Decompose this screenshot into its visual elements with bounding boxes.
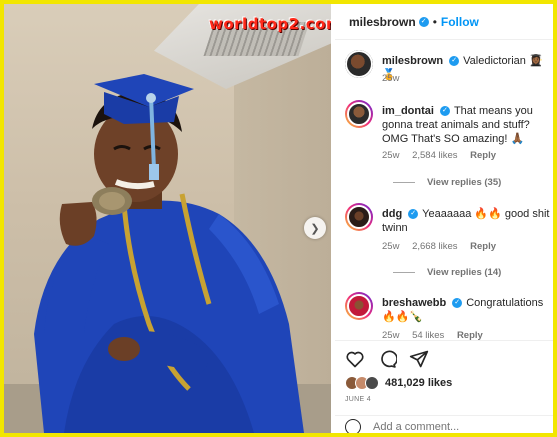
comment-icon[interactable] — [377, 349, 398, 369]
reply-button[interactable]: Reply — [457, 330, 483, 340]
post-actions: 481,029 likes JUNE 4 — [335, 340, 553, 433]
comment-username[interactable]: ddg — [382, 208, 402, 220]
add-comment-bar — [335, 415, 553, 433]
comment-text: breshawebb ✓ Congratulations 🔥🔥🍾 — [382, 296, 553, 324]
reply-button[interactable]: Reply — [470, 150, 496, 161]
graduate-illustration — [4, 74, 331, 433]
liker-avatar — [365, 376, 379, 390]
watermark-text: worldtop2.com — [209, 15, 331, 33]
post-header: milesbrown ✓ • Follow — [335, 4, 553, 40]
comment-item: ddg ✓ Yeaaaaaa 🔥🔥 good shit twinn 25w 2,66… — [345, 203, 553, 283]
header-separator: • — [432, 14, 437, 29]
comment-likes[interactable]: 2,584 likes — [412, 150, 457, 161]
verified-badge-icon: ✓ — [418, 16, 429, 27]
verified-badge-icon: ✓ — [452, 298, 463, 309]
avatar[interactable] — [345, 203, 373, 231]
post-sidebar: milesbrown ✓ • Follow milesbrown ✓ Valedic… — [335, 4, 556, 433]
verified-badge-icon: ✓ — [449, 56, 460, 67]
comment-time[interactable]: 25w — [382, 150, 399, 161]
comment-meta: 25w 2,668 likes Reply — [382, 241, 506, 252]
avatar[interactable] — [345, 292, 373, 320]
emoji-icon[interactable] — [345, 418, 361, 433]
follow-button[interactable]: Follow — [441, 15, 479, 29]
add-comment-input[interactable] — [373, 420, 533, 433]
heart-icon[interactable] — [345, 349, 365, 369]
action-icons — [345, 349, 429, 369]
comment-likes[interactable]: 54 likes — [412, 330, 444, 340]
caption: milesbrown ✓ Valedictorian 👩🏾‍🎓🏅 25w — [345, 50, 553, 90]
caption-meta: 25w — [382, 73, 409, 84]
caption-username[interactable]: milesbrown — [382, 55, 443, 67]
comment-text: im_dontai ✓ That means you gonna treat ani… — [382, 104, 553, 146]
caption-time[interactable]: 25w — [382, 73, 399, 84]
avatar[interactable] — [345, 100, 373, 128]
carousel-dots — [114, 429, 224, 433]
comment-time[interactable]: 25w — [382, 241, 399, 252]
comment-time[interactable]: 25w — [382, 330, 399, 340]
verified-badge-icon: ✓ — [408, 209, 419, 220]
comment-item: im_dontai ✓ That means you gonna treat ani… — [345, 100, 553, 190]
avatar[interactable] — [345, 50, 373, 78]
comment-likes[interactable]: 2,668 likes — [412, 241, 457, 252]
share-icon[interactable] — [409, 349, 429, 369]
comment-meta: 25w 54 likes Reply — [382, 330, 493, 340]
view-replies-label: View replies (35) — [427, 177, 502, 188]
comment-body: Yeaaaaaa 🔥🔥 good shit twinn — [382, 208, 550, 234]
view-replies-button[interactable]: View replies (35) — [393, 177, 501, 188]
post-photo[interactable]: worldtop2.com ❯ — [4, 4, 331, 433]
post-date: JUNE 4 — [345, 396, 371, 403]
next-photo-button[interactable]: ❯ — [304, 217, 326, 239]
screenshot-frame: worldtop2.com ❯ milesbrown ✓ • Follow mi… — [0, 0, 557, 437]
reply-button[interactable]: Reply — [470, 241, 496, 252]
comment-item: breshawebb ✓ Congratulations 🔥🔥🍾 25w 54 li… — [345, 292, 553, 340]
likes-row[interactable]: 481,029 likes — [345, 376, 452, 390]
post-author-name[interactable]: milesbrown — [349, 15, 416, 29]
likes-count[interactable]: 481,029 likes — [385, 377, 452, 389]
chevron-right-icon: ❯ — [310, 222, 320, 235]
comment-username[interactable]: breshawebb — [382, 297, 446, 309]
scrollbar[interactable] — [554, 349, 556, 363]
comment-text: ddg ✓ Yeaaaaaa 🔥🔥 good shit twinn — [382, 207, 553, 235]
view-replies-button[interactable]: View replies (14) — [393, 267, 501, 278]
comment-username[interactable]: im_dontai — [382, 105, 434, 117]
view-replies-label: View replies (14) — [427, 267, 502, 278]
verified-badge-icon: ✓ — [439, 106, 450, 117]
comment-meta: 25w 2,584 likes Reply — [382, 150, 506, 161]
